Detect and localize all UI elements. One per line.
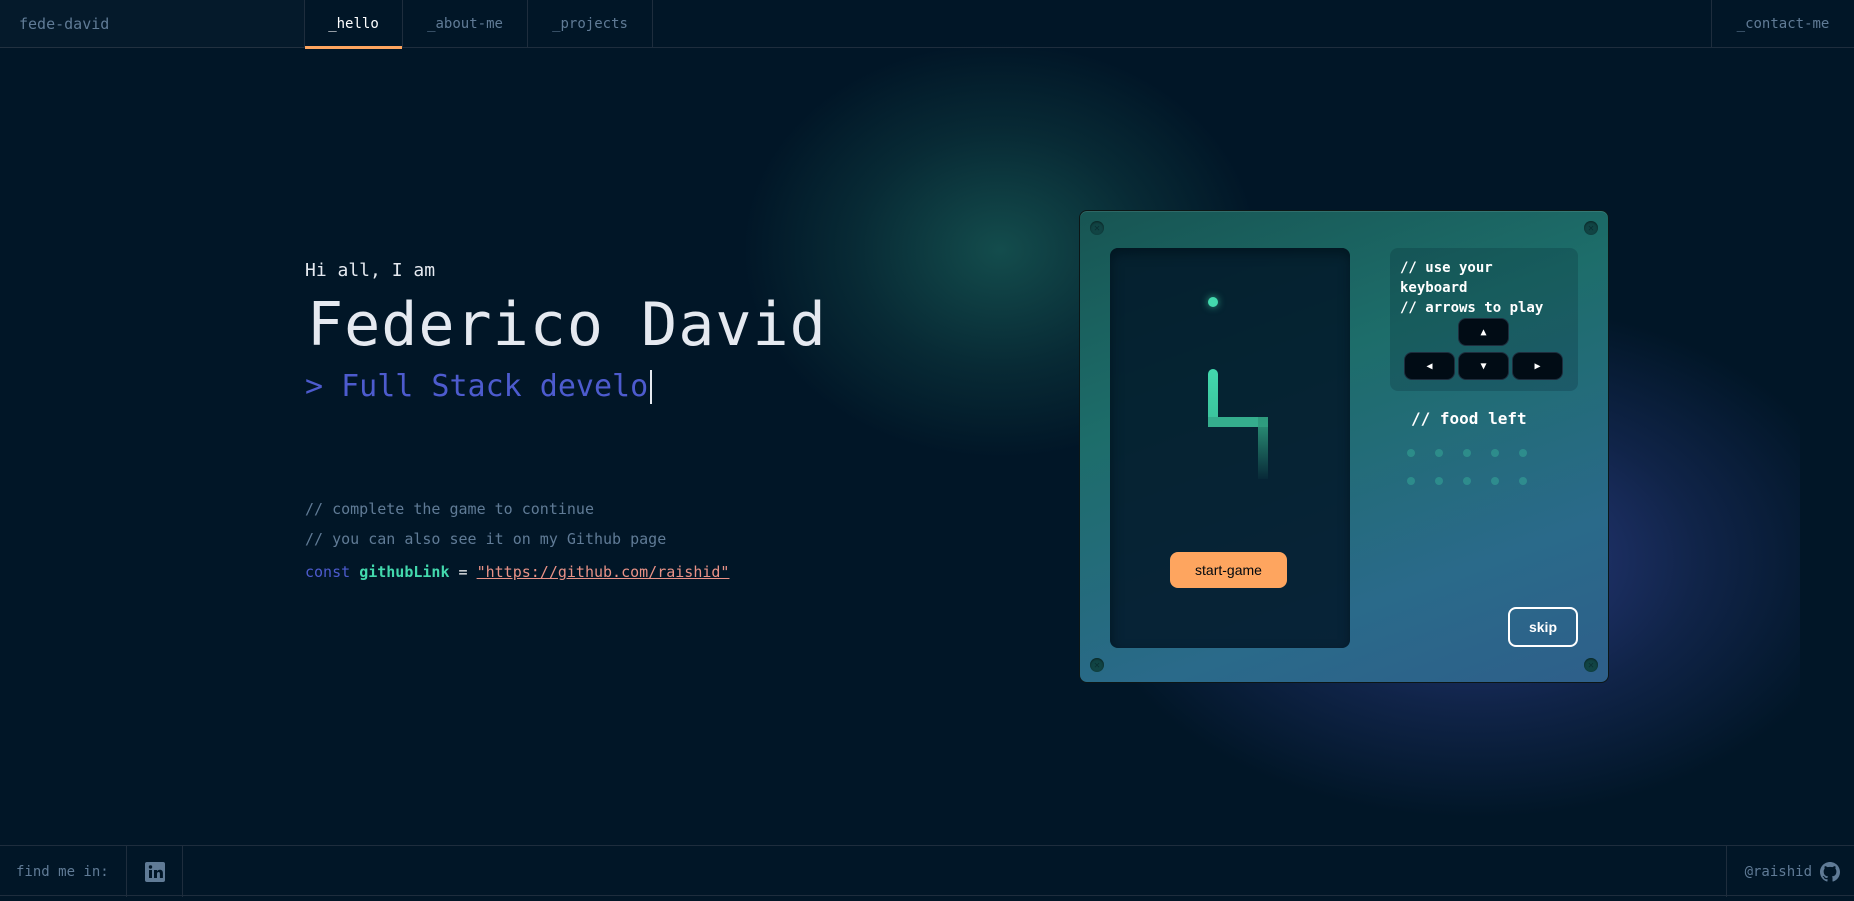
- top-nav: fede-david _hello _about-me _projects _c…: [0, 0, 1854, 49]
- food-dot: [1435, 477, 1443, 485]
- instruction-line: // arrows to play: [1400, 300, 1544, 316]
- food-dot: [1435, 449, 1443, 457]
- hero-section: Hi all, I am Federico David > Full Stack…: [305, 260, 827, 404]
- brand-name[interactable]: fede-david: [0, 0, 305, 48]
- arrow-keys: ▲ ◀ ▼ ▶: [1404, 318, 1564, 380]
- food-dot: [1463, 449, 1471, 457]
- comment-line: // you can also see it on my Github page: [305, 530, 667, 548]
- snake-game-board: ✕ ✕ ✕ ✕ start-game // use your keyboard …: [1079, 210, 1609, 683]
- start-game-button[interactable]: start-game: [1170, 552, 1287, 588]
- hero-role: > Full Stack develo: [305, 369, 827, 404]
- food-dot: [1491, 477, 1499, 485]
- skip-button[interactable]: skip: [1508, 607, 1578, 647]
- code-variable: githubLink: [359, 563, 450, 581]
- tab-contact-me[interactable]: _contact-me: [1711, 0, 1854, 48]
- github-code-line: const githubLink = "https://github.com/r…: [305, 563, 729, 581]
- typing-caret: [650, 369, 653, 404]
- food-dot: [1491, 449, 1499, 457]
- snake-food: [1208, 297, 1218, 307]
- tab-about-me[interactable]: _about-me: [403, 0, 528, 48]
- snake-segment: [1258, 417, 1268, 479]
- comment-line: // complete the game to continue: [305, 500, 594, 518]
- screw-icon: ✕: [1090, 658, 1104, 672]
- github-link[interactable]: "https://github.com/raishid": [477, 563, 730, 581]
- food-dot: [1519, 477, 1527, 485]
- code-keyword: const: [305, 563, 351, 581]
- arrow-right-key[interactable]: ▶: [1512, 352, 1563, 380]
- find-me-label: find me in:: [0, 846, 127, 897]
- arrow-up-key[interactable]: ▲: [1458, 318, 1509, 346]
- food-dot: [1463, 477, 1471, 485]
- footer: find me in: @raishid: [0, 845, 1854, 897]
- role-text: > Full Stack develo: [305, 369, 649, 404]
- tab-hello[interactable]: _hello: [305, 0, 403, 49]
- arrow-down-key[interactable]: ▼: [1458, 352, 1509, 380]
- linkedin-icon: [144, 861, 165, 882]
- github-profile-link[interactable]: @raishid: [1725, 846, 1854, 897]
- screw-icon: ✕: [1584, 658, 1598, 672]
- hero-name: Federico David: [307, 290, 827, 360]
- code-operator: =: [458, 563, 468, 581]
- github-icon: [1820, 861, 1840, 882]
- linkedin-link[interactable]: [127, 846, 183, 897]
- github-username: @raishid: [1744, 863, 1812, 880]
- tab-projects[interactable]: _projects: [528, 0, 653, 48]
- screw-icon: ✕: [1090, 221, 1104, 235]
- game-screen[interactable]: start-game: [1110, 248, 1350, 648]
- food-dot: [1407, 477, 1415, 485]
- controls-panel: // use your keyboard // arrows to play ▲…: [1390, 248, 1578, 391]
- screw-icon: ✕: [1584, 221, 1598, 235]
- food-left-label: // food left: [1411, 409, 1527, 428]
- food-dot: [1519, 449, 1527, 457]
- food-dot: [1407, 449, 1415, 457]
- instructions-block: // complete the game to continue // you …: [305, 500, 729, 581]
- greeting-text: Hi all, I am: [305, 260, 436, 281]
- arrow-left-key[interactable]: ◀: [1404, 352, 1455, 380]
- instruction-line: // use your keyboard: [1400, 260, 1493, 296]
